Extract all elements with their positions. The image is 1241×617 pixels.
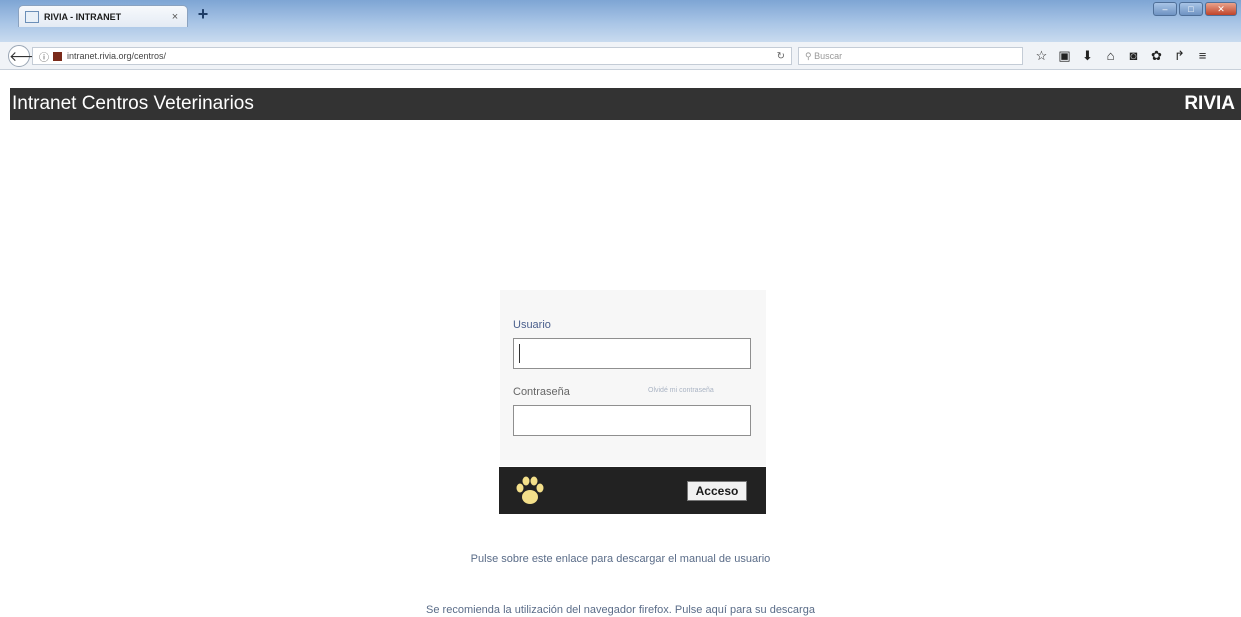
star-icon[interactable]: ☆ (1030, 46, 1053, 66)
new-tab-button[interactable]: + (192, 5, 214, 25)
forgot-password-link[interactable]: Olvidé mi contraseña (648, 387, 714, 394)
download-icon[interactable]: ⬇ (1076, 46, 1099, 66)
paw-icon (516, 476, 544, 504)
address-bar[interactable]: ⓘ intranet.rivia.org/centros/ ↻ (32, 47, 792, 65)
brand-logo: RIVIA (1184, 93, 1235, 114)
reload-icon[interactable]: ↻ (777, 51, 785, 62)
browser-tab[interactable]: RIVIA - INTRANET × (18, 5, 188, 27)
extension-icon[interactable]: ✿ (1145, 46, 1168, 66)
search-placeholder: Buscar (814, 51, 843, 61)
browser-navbar: 🡐 ⓘ intranet.rivia.org/centros/ ↻ ⚲ Busc… (0, 42, 1241, 70)
password-label: Contraseña (513, 386, 570, 398)
tab-title: RIVIA - INTRANET (44, 11, 122, 22)
text-caret (519, 344, 520, 363)
access-button[interactable]: Acceso (687, 481, 747, 501)
url-text[interactable]: intranet.rivia.org/centros/ (67, 51, 777, 61)
site-identity-icon (53, 51, 62, 61)
minimize-button[interactable]: – (1153, 2, 1177, 16)
manual-download-link[interactable]: Pulse sobre este enlace para descargar e… (0, 553, 1241, 565)
tab-favicon-icon (25, 10, 39, 23)
username-field[interactable] (513, 338, 751, 369)
toolbar-icons: ☆ ▣ ⬇ ⌂ ◙ ✿ ↱ ≡ (1030, 46, 1214, 66)
menu-icon[interactable]: ≡ (1191, 46, 1214, 66)
tab-close-icon[interactable]: × (169, 11, 181, 23)
page-header: Intranet Centros Veterinarios RIVIA (10, 88, 1241, 120)
close-window-button[interactable]: ✕ (1205, 2, 1237, 16)
clipboard-icon[interactable]: ▣ (1053, 46, 1076, 66)
login-panel: Usuario Contraseña Olvidé mi contraseña (500, 290, 766, 466)
browser-titlebar: RIVIA - INTRANET × + – □ ✕ (0, 0, 1241, 42)
window-controls: – □ ✕ (1153, 2, 1237, 16)
login-submit-bar: Acceso (499, 467, 766, 514)
home-icon[interactable]: ⌂ (1099, 46, 1122, 66)
back-button[interactable]: 🡐 (8, 45, 47, 67)
pocket-icon[interactable]: ◙ (1122, 46, 1145, 66)
search-input[interactable]: ⚲ Buscar (798, 47, 1023, 65)
share-icon[interactable]: ↱ (1168, 46, 1191, 66)
page-title: Intranet Centros Veterinarios (12, 93, 254, 114)
search-icon: ⚲ (805, 51, 815, 61)
info-icon[interactable]: ⓘ (39, 49, 49, 64)
maximize-button[interactable]: □ (1179, 2, 1203, 16)
firefox-download-link[interactable]: Se recomienda la utilización del navegad… (0, 604, 1241, 616)
password-field[interactable] (513, 405, 751, 436)
username-label: Usuario (513, 319, 551, 331)
